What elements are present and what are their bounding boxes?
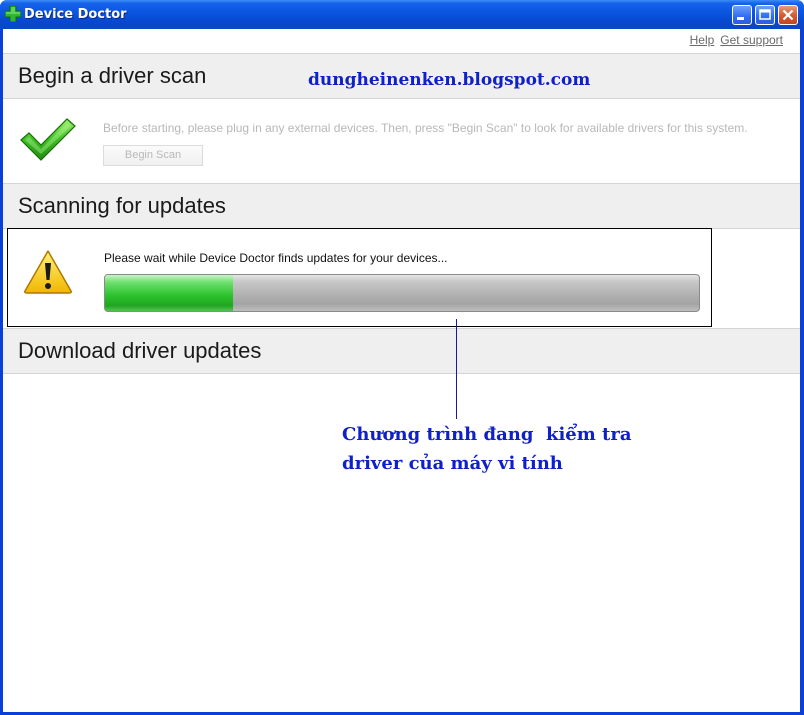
annotation-line-2: driver của máy vi tính: [342, 453, 563, 474]
section-header-download: Download driver updates: [3, 328, 800, 374]
minimize-icon: [737, 17, 744, 20]
watermark-text: dungheinenken.blogspot.com: [308, 70, 591, 90]
scan-status-text: Please wait while Device Doctor finds up…: [104, 251, 448, 265]
begin-scan-description: Before starting, please plug in any exte…: [103, 121, 748, 135]
title-bar[interactable]: Device Doctor: [0, 0, 804, 29]
top-links: Help Get support: [684, 33, 783, 47]
section-title-scanning: Scanning for updates: [18, 193, 226, 218]
annotation-text: Chương trình đang kiểm tra driver của má…: [342, 420, 632, 478]
section-header-scanning: Scanning for updates: [3, 183, 800, 229]
device-doctor-window: Device Doctor Help Get support Begin a dr…: [0, 0, 804, 715]
section-title-begin-scan: Begin a driver scan: [18, 63, 207, 88]
green-cross-icon: [5, 6, 21, 22]
client-area: Help Get support Begin a driver scan dung…: [3, 29, 800, 712]
minimize-button[interactable]: [732, 5, 752, 25]
begin-scan-button[interactable]: Begin Scan: [103, 145, 203, 166]
maximize-button[interactable]: [755, 5, 775, 25]
annotation-line-1: Chương trình đang kiểm tra: [342, 424, 632, 445]
scan-progress-bar: [104, 274, 700, 312]
get-support-link[interactable]: Get support: [720, 33, 783, 47]
close-button[interactable]: [778, 5, 798, 25]
checkmark-icon: [20, 118, 76, 161]
section-title-download: Download driver updates: [18, 338, 262, 363]
help-link[interactable]: Help: [690, 33, 715, 47]
scan-progress-fill: [105, 275, 233, 311]
window-title: Device Doctor: [24, 7, 127, 22]
warning-icon: [24, 250, 72, 294]
annotation-pointer-line: [456, 319, 457, 419]
maximize-icon: [759, 9, 771, 20]
close-icon: [782, 9, 794, 21]
scan-status-panel: Please wait while Device Doctor finds up…: [7, 228, 712, 327]
